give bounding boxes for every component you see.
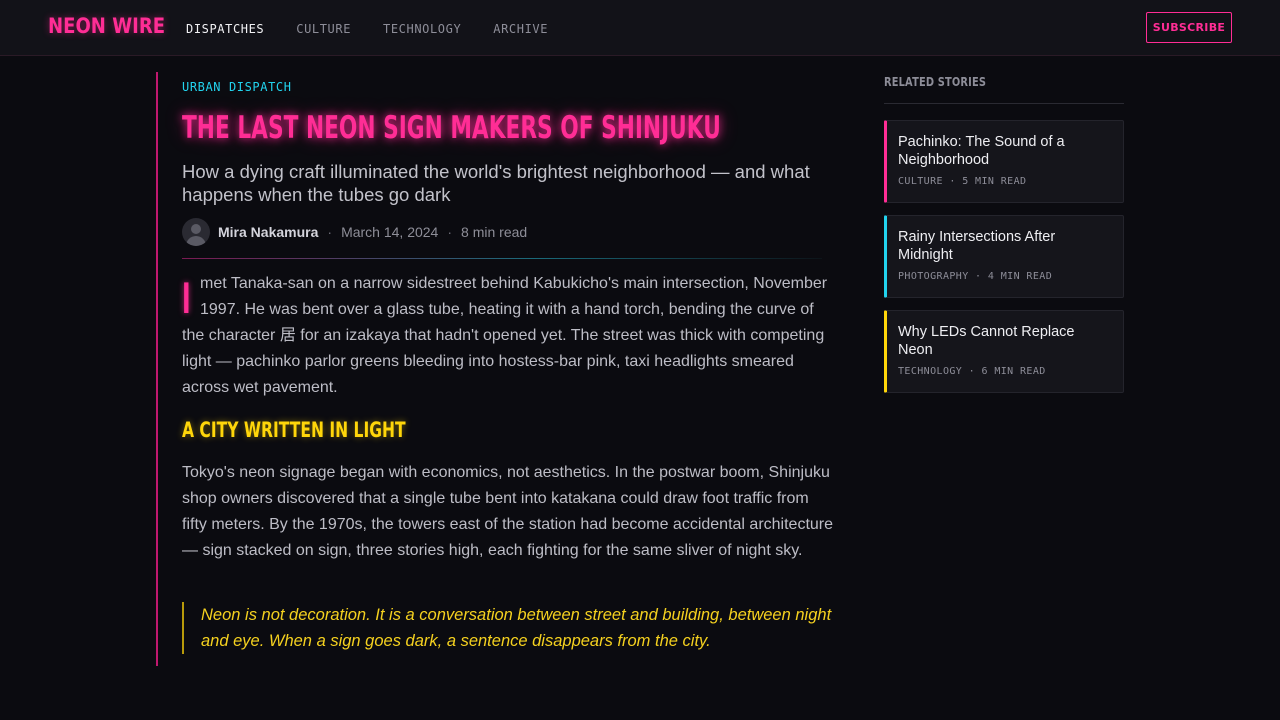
nav-technology[interactable]: TECHNOLOGY xyxy=(383,22,461,36)
nav-dispatches[interactable]: DISPATCHES xyxy=(186,22,264,36)
publish-date: March 14, 2024 xyxy=(341,224,439,240)
main-nav: DISPATCHES CULTURE TECHNOLOGY ARCHIVE xyxy=(186,22,580,36)
nav-archive[interactable]: ARCHIVE xyxy=(493,22,548,36)
author-name[interactable]: Mira Nakamura xyxy=(218,224,318,240)
related-story-card[interactable]: Why LEDs Cannot Replace Neon TECHNOLOGY … xyxy=(884,310,1124,393)
article-paragraph-2: Tokyo's neon signage began with economic… xyxy=(182,464,834,559)
drop-cap: I xyxy=(182,274,191,323)
byline: Mira Nakamura · March 14, 2024 · 8 min r… xyxy=(182,218,527,246)
nav-culture[interactable]: CULTURE xyxy=(296,22,351,36)
header-divider xyxy=(182,258,822,259)
read-time: 8 min read xyxy=(461,224,528,240)
subscribe-button[interactable]: SUBSCRIBE xyxy=(1146,12,1232,43)
related-story-meta: CULTURE · 5 MIN READ xyxy=(898,176,1027,187)
article-subheading: A CITY WRITTEN IN LIGHT xyxy=(182,418,406,442)
byline-separator: · xyxy=(327,224,333,240)
related-story-title[interactable]: Rainy Intersections After Midnight xyxy=(898,228,1108,264)
related-story-meta: TECHNOLOGY · 6 MIN READ xyxy=(898,366,1046,377)
sidebar-title: RELATED STORIES xyxy=(884,75,987,89)
related-story-title[interactable]: Why LEDs Cannot Replace Neon xyxy=(898,323,1108,359)
sidebar-divider xyxy=(884,103,1124,104)
paragraph-1-text: met Tanaka-san on a narrow sidestreet be… xyxy=(182,275,828,396)
related-story-meta: PHOTOGRAPHY · 4 MIN READ xyxy=(898,271,1053,282)
related-story-card[interactable]: Rainy Intersections After Midnight PHOTO… xyxy=(884,215,1124,298)
user-avatar-icon xyxy=(182,218,210,246)
brand-logo[interactable]: NEON WIRE xyxy=(48,14,165,38)
article: URBAN DISPATCH THE LAST NEON SIGN MAKERS… xyxy=(156,72,836,666)
related-story-card[interactable]: Pachinko: The Sound of a Neighborhood CU… xyxy=(884,120,1124,203)
article-paragraph-1: I met Tanaka-san on a narrow sidestreet … xyxy=(182,271,834,401)
byline-separator: · xyxy=(447,224,453,240)
article-dek: How a dying craft illuminated the world'… xyxy=(182,161,810,205)
related-story-title[interactable]: Pachinko: The Sound of a Neighborhood xyxy=(898,133,1108,169)
related-stories-sidebar: RELATED STORIES Pachinko: The Sound of a… xyxy=(884,72,1124,393)
article-kicker[interactable]: URBAN DISPATCH xyxy=(182,80,292,94)
article-headline: THE LAST NEON SIGN MAKERS OF SHINJUKU xyxy=(182,110,721,146)
top-navigation-bar: NEON WIRE DISPATCHES CULTURE TECHNOLOGY … xyxy=(0,0,1280,56)
pull-quote: Neon is not decoration. It is a conversa… xyxy=(182,602,834,654)
